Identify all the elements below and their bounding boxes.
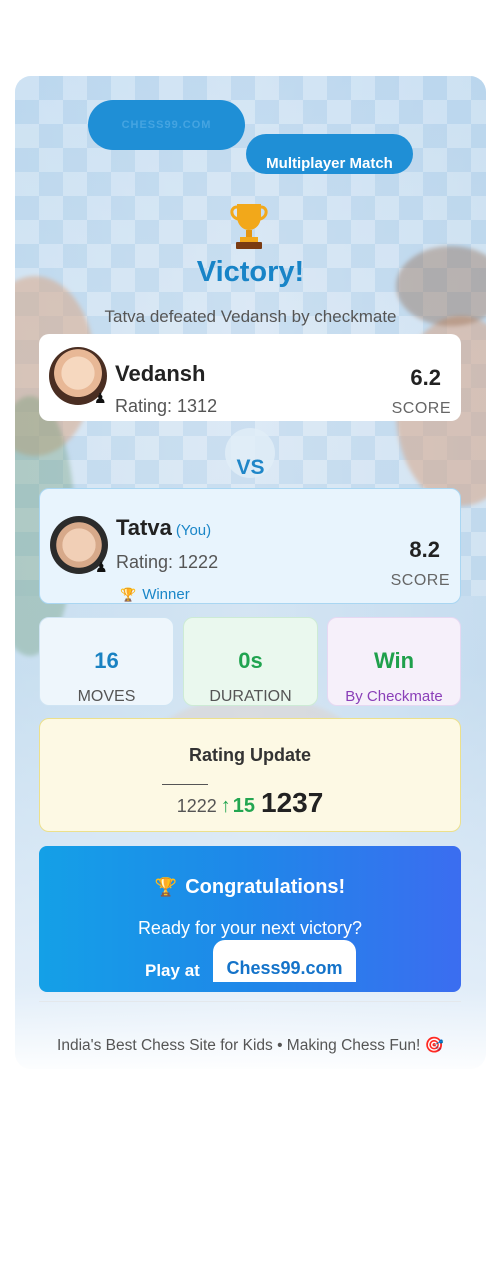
play-at-label: Play at bbox=[145, 961, 200, 980]
you-tag: (You) bbox=[175, 522, 212, 539]
old-rating: 1222 bbox=[176, 796, 217, 816]
your-card: ♟ Tatva (You) Rating: 1222 8.2 SCORE 🏆 Win… bbox=[39, 488, 461, 604]
rating-update-box: Rating Update 1222 ↑ 15 1237 bbox=[39, 718, 461, 832]
stat-result-value: Win bbox=[373, 648, 415, 673]
opponent-card: ♟ Vedansh Rating: 1312 6.2 SCORE bbox=[39, 334, 461, 421]
result-card: CHESS99.COM Multiplayer Match Victory! T… bbox=[15, 76, 486, 1069]
winner-badge: 🏆 Winner bbox=[120, 586, 190, 603]
small-trophy-icon: 🏆 bbox=[120, 587, 137, 602]
congratulations-banner: 🏆 Congratulations! Ready for your next vi… bbox=[39, 846, 461, 992]
up-arrow-icon: ↑ bbox=[220, 795, 231, 817]
footer-text: India's Best Chess Site for Kids • Makin… bbox=[57, 1037, 421, 1054]
new-rating: 1237 bbox=[261, 787, 324, 818]
opponent-rating: Rating: 1312 bbox=[115, 396, 218, 416]
stat-moves: 16 MOVES bbox=[39, 617, 174, 706]
opponent-name: Vedansh bbox=[115, 361, 206, 386]
rating-update-title: Rating Update bbox=[188, 745, 311, 765]
logo-text: CHESS99.COM bbox=[121, 119, 212, 131]
rating-change-row: 1222 ↑ 15 1237 bbox=[40, 787, 460, 819]
match-type-label: Multiplayer Match bbox=[266, 155, 393, 172]
result-subtitle: Tatva defeated Vedansh by checkmate bbox=[104, 307, 397, 326]
footer: India's Best Chess Site for Kids • Makin… bbox=[15, 1036, 486, 1055]
congrats-subtitle: Ready for your next victory? bbox=[137, 918, 363, 938]
your-score-label: SCORE bbox=[390, 572, 450, 589]
opponent-score-label: SCORE bbox=[391, 400, 451, 417]
trophy-icon bbox=[230, 204, 268, 249]
stat-duration-value: 0s bbox=[238, 648, 263, 673]
your-rating: Rating: 1222 bbox=[116, 552, 219, 572]
congrats-title-row: 🏆 Congratulations! bbox=[39, 876, 461, 899]
vs-label: VS bbox=[236, 456, 265, 479]
your-name: Tatva bbox=[116, 515, 172, 540]
logo-badge[interactable]: CHESS99.COM bbox=[88, 100, 245, 150]
rating-divider bbox=[162, 784, 208, 785]
trophy-icon: 🏆 bbox=[154, 877, 178, 897]
stat-result-label: By Checkmate bbox=[345, 688, 443, 705]
stat-duration: 0s DURATION bbox=[183, 617, 318, 706]
match-type-badge: Multiplayer Match bbox=[246, 134, 413, 174]
rating-delta: 15 bbox=[232, 795, 255, 817]
stat-moves-label: MOVES bbox=[77, 688, 136, 705]
winner-label: Winner bbox=[142, 586, 190, 603]
black-pawn-icon: ♟ bbox=[95, 559, 108, 575]
your-name-row: Tatva (You) bbox=[116, 515, 211, 541]
opponent-score: 6.2 bbox=[410, 365, 441, 390]
congrats-title: Congratulations! bbox=[185, 876, 346, 898]
stat-moves-value: 16 bbox=[94, 648, 119, 673]
dart-target-icon: 🎯 bbox=[424, 1037, 444, 1054]
footer-divider bbox=[39, 1001, 461, 1002]
your-score: 8.2 bbox=[409, 537, 440, 562]
victory-title: Victory! bbox=[196, 256, 305, 288]
stat-duration-label: DURATION bbox=[209, 688, 292, 705]
site-link-button[interactable]: Chess99.com bbox=[213, 940, 356, 982]
stat-result: Win By Checkmate bbox=[327, 617, 461, 706]
black-pawn-icon: ♟ bbox=[94, 390, 107, 406]
